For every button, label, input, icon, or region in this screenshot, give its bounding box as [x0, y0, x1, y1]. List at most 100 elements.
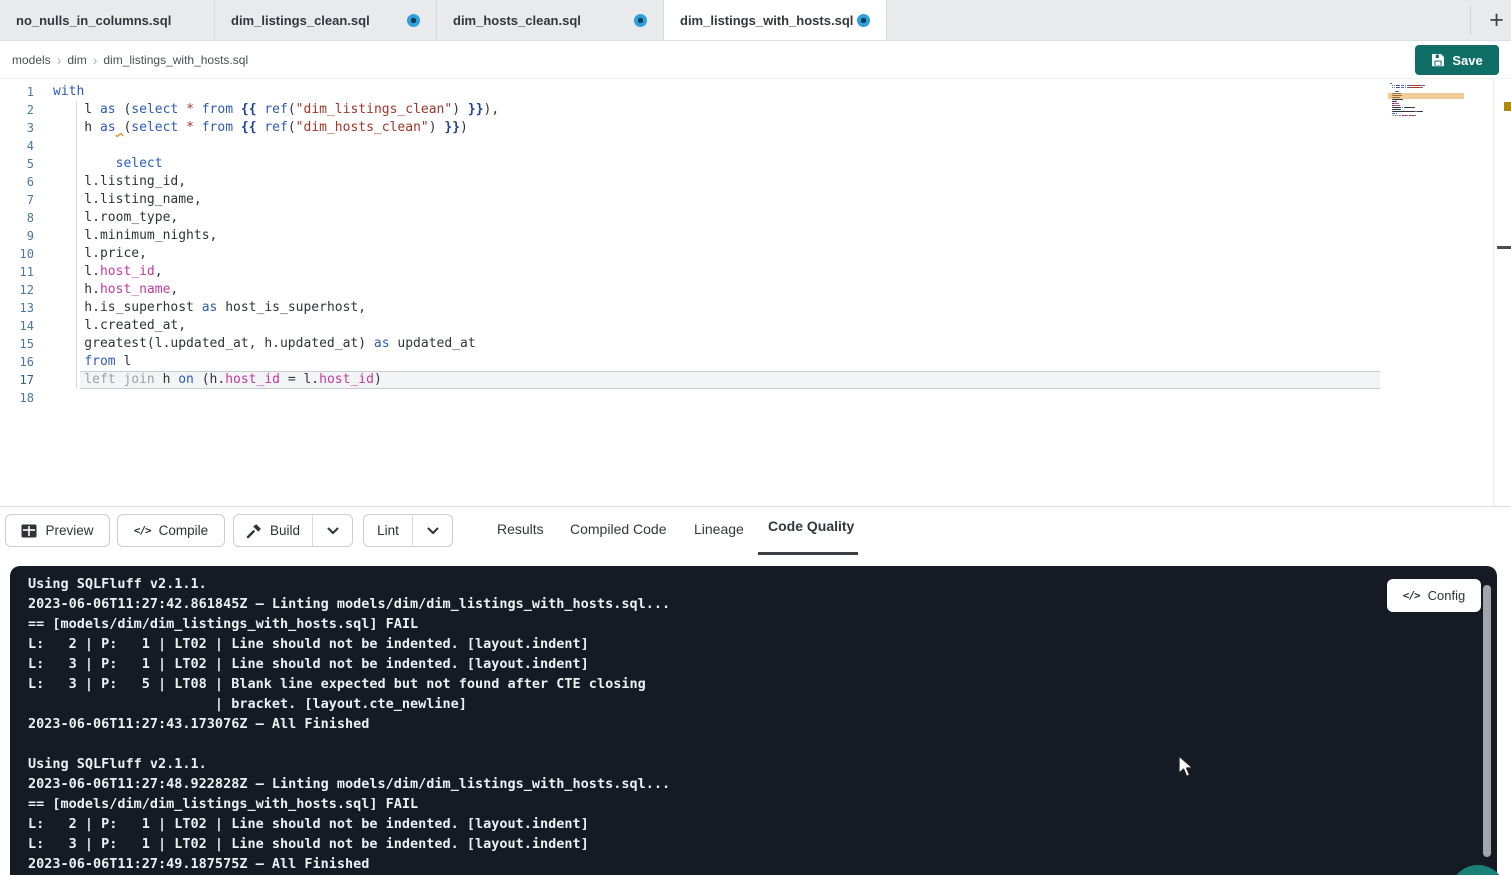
overview-ruler-divider — [1493, 79, 1494, 506]
terminal-output: Using SQLFluff v2.1.1.2023-06-06T11:27:4… — [28, 574, 1377, 874]
code-line: l.created_at, — [53, 317, 186, 335]
chevron-down-icon — [427, 527, 439, 535]
save-button[interactable]: Save — [1415, 45, 1499, 75]
minimap-line — [1422, 87, 1423, 88]
breadcrumb-row: models › dim › dim_listings_with_hosts.sql S… — [0, 41, 1511, 79]
unsaved-changes-icon — [407, 14, 420, 27]
minimap-line — [1417, 111, 1423, 112]
tab-bar-divider — [1470, 6, 1471, 35]
chevron-down-icon — [327, 527, 339, 535]
terminal-line: == [models/dim/dim_listings_with_hosts.s… — [28, 794, 1377, 814]
breadcrumb-item: models — [12, 53, 51, 67]
terminal-line: L: 2 | P: 1 | LT02 | Line should not be … — [28, 814, 1377, 834]
code-line: l.minimum_nights, — [53, 227, 217, 245]
save-label: Save — [1452, 53, 1482, 68]
code-line: h.host_name, — [53, 281, 178, 299]
minimap-line — [1394, 87, 1395, 88]
tab-label: no_nulls_in_columns.sql — [16, 13, 171, 28]
tab-label: dim_listings_clean.sql — [231, 13, 370, 28]
code-brackets-icon: </> — [134, 524, 151, 537]
terminal-line: | bracket. [layout.cte_newline] — [28, 694, 1377, 714]
terminal-line: 2023-06-06T11:27:42.861845Z — Linting mo… — [28, 594, 1377, 614]
line-number: 10 — [0, 245, 34, 263]
line-number: 2 — [0, 101, 34, 119]
lint-button[interactable]: Lint — [363, 514, 413, 547]
tab-label: dim_listings_with_hosts.sql — [680, 13, 853, 28]
line-number: 5 — [0, 155, 34, 173]
hammer-icon — [246, 523, 262, 539]
terminal-line: L: 3 | P: 5 | LT08 | Blank line expected… — [28, 674, 1377, 694]
compile-label: Compile — [159, 523, 209, 538]
terminal-line: Using SQLFluff v2.1.1. — [28, 754, 1377, 774]
breadcrumb-item: dim_listings_with_hosts.sql — [103, 53, 248, 67]
code-line: l.listing_name, — [53, 191, 202, 209]
minimap-warning-band — [1388, 93, 1464, 99]
code-line: h.is_superhost as host_is_superhost, — [53, 299, 366, 317]
code-line: l.host_id, — [53, 263, 163, 281]
minimap-line — [1409, 87, 1420, 88]
code-line: l as (select * from {{ ref("dim_listings… — [53, 101, 499, 119]
code-line: l.price, — [53, 245, 147, 263]
terminal-line: 2023-06-06T11:27:48.922828Z — Linting mo… — [28, 774, 1377, 794]
result-tab-code-quality[interactable]: Code Quality — [768, 518, 854, 534]
line-number: 3 — [0, 119, 34, 137]
lint-label: Lint — [377, 523, 399, 538]
tab-strip: no_nulls_in_columns.sql dim_listings_clea… — [0, 0, 887, 40]
line-number: 8 — [0, 209, 34, 227]
table-grid-icon — [21, 524, 37, 538]
preview-button[interactable]: Preview — [5, 514, 110, 547]
code-line: l.listing_id, — [53, 173, 186, 191]
save-icon — [1431, 53, 1445, 67]
line-number: 16 — [0, 353, 34, 371]
preview-label: Preview — [45, 523, 93, 538]
terminal-scrollbar[interactable] — [1483, 585, 1491, 857]
minimap-line — [1402, 107, 1403, 108]
terminal-line — [28, 734, 1377, 754]
terminal-line: L: 3 | P: 1 | LT02 | Line should not be … — [28, 654, 1377, 674]
code-editor[interactable]: 123456789101112131415161718 with l as (s… — [0, 79, 1511, 506]
minimap-line — [1405, 87, 1406, 88]
code-line: greatest(l.updated_at, h.updated_at) as … — [53, 335, 476, 353]
breadcrumb-item: dim — [67, 53, 86, 67]
action-toolbar: Preview </> Compile Build Lint — [0, 506, 1511, 551]
code-line: h as (select * from {{ ref("dim_hosts_cl… — [53, 119, 468, 137]
build-options-caret[interactable] — [312, 514, 353, 547]
result-tab-results[interactable]: Results — [497, 521, 544, 537]
code-line: select — [53, 155, 163, 173]
overview-ruler-warning-marker — [1504, 102, 1511, 111]
minimap-line — [1400, 115, 1401, 116]
minimap[interactable] — [1390, 83, 1462, 127]
code-line: left join h on (h.host_id = l.host_id) — [53, 371, 382, 389]
terminal-line: L: 2 | P: 1 | LT02 | Line should not be … — [28, 634, 1377, 654]
line-number: 1 — [0, 83, 34, 101]
code-line: l.room_type, — [53, 209, 178, 227]
line-number: 4 — [0, 137, 34, 155]
lint-options-caret[interactable] — [412, 514, 453, 547]
editor-tab[interactable]: dim_listings_clean.sql — [215, 0, 437, 40]
dbt-ide-window: no_nulls_in_columns.sql dim_listings_clea… — [0, 0, 1511, 875]
terminal-panel: Using SQLFluff v2.1.1.2023-06-06T11:27:4… — [10, 566, 1497, 875]
unsaved-changes-icon — [634, 14, 647, 27]
line-number: 11 — [0, 263, 34, 281]
config-button[interactable]: </> Config — [1387, 579, 1481, 612]
minimap-line — [1404, 115, 1408, 116]
terminal-line: == [models/dim/dim_listings_with_hosts.s… — [28, 614, 1377, 634]
editor-tab[interactable]: dim_listings_with_hosts.sql — [664, 0, 887, 40]
code-line: from l — [53, 353, 131, 371]
terminal-line: 2023-06-06T11:27:49.187575Z — All Finish… — [28, 854, 1377, 874]
new-tab-button[interactable]: + — [1482, 0, 1511, 41]
compile-button[interactable]: </> Compile — [117, 514, 225, 547]
terminal-line: 2023-06-06T11:27:43.173076Z — All Finish… — [28, 714, 1377, 734]
result-tab-compiled-code[interactable]: Compiled Code — [570, 521, 667, 537]
breadcrumb-separator-icon: › — [93, 53, 98, 67]
editor-tab[interactable]: dim_hosts_clean.sql — [437, 0, 664, 40]
breadcrumb: models › dim › dim_listings_with_hosts.sql — [12, 53, 248, 67]
line-number: 9 — [0, 227, 34, 245]
line-number: 7 — [0, 191, 34, 209]
editor-tab[interactable]: no_nulls_in_columns.sql — [0, 0, 215, 40]
minimap-line — [1415, 115, 1416, 116]
result-tab-lineage[interactable]: Lineage — [694, 521, 744, 537]
minimap-line — [1396, 87, 1400, 88]
breadcrumb-separator-icon: › — [57, 53, 62, 67]
build-button[interactable]: Build — [233, 514, 313, 547]
